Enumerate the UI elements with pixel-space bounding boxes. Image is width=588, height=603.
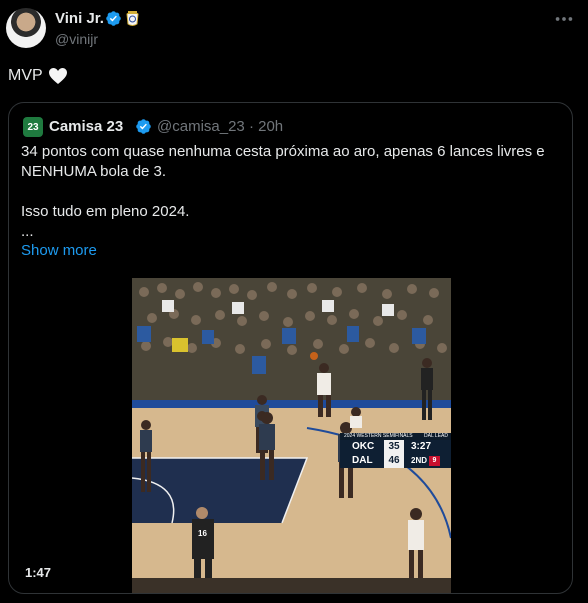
quoted-tweet-card[interactable]: 23 Camisa 23 @camisa_23 · 20h 34 pontos … — [8, 102, 573, 594]
team2-score: 46 — [384, 454, 404, 468]
quoted-body-blank-line — [21, 182, 566, 202]
scorebug-row-team2: DAL 46 2ND 9 — [340, 454, 451, 468]
quoted-tweet-meta: @camisa_23 · 20h — [157, 118, 283, 135]
real-madrid-badge-icon — [126, 11, 139, 26]
author-handle[interactable]: @vinijr — [55, 31, 98, 47]
team1-name: OKC — [352, 441, 375, 452]
game-clock: 3:27 — [411, 441, 432, 452]
quoted-body-line: 34 pontos com quase nenhuma cesta próxim… — [21, 143, 545, 180]
author-name[interactable]: Vini Jr. — [55, 10, 104, 27]
team-fouls: 9 — [429, 456, 440, 466]
quoted-tweet-time[interactable]: 20h — [258, 118, 283, 135]
white-heart-icon — [48, 68, 67, 84]
verified-badge-icon — [106, 11, 121, 26]
verified-badge-icon — [136, 119, 151, 134]
referee-number: 16 — [198, 529, 207, 538]
quoted-author-handle[interactable]: @camisa_23 — [157, 118, 245, 135]
team1-score: 35 — [384, 440, 404, 454]
meta-separator: · — [248, 118, 254, 135]
video-duration: 1:47 — [25, 565, 52, 580]
quoted-tweet-body: 34 pontos com quase nenhuma cesta próxim… — [21, 142, 566, 242]
tweet-text: MVP — [8, 67, 68, 85]
author-avatar[interactable] — [6, 8, 46, 48]
team2-name: DAL — [352, 455, 373, 466]
game-period: 2ND — [411, 456, 428, 465]
scorebug: 2024 WESTERN SEMIFINALS DAL LEAD OKC 35 … — [340, 433, 451, 469]
quoted-body-line: ... — [21, 223, 34, 240]
video-player[interactable]: 16 2024 WESTERN SEMIFINALS DAL LEAD OKC … — [132, 278, 451, 593]
scorebug-lead-label: DAL LEAD — [424, 433, 448, 439]
quoted-author-name[interactable]: Camisa 23 — [49, 118, 123, 135]
show-more-link[interactable]: Show more — [21, 242, 97, 259]
quoted-body-line: Isso tudo em pleno 2024. — [21, 203, 190, 220]
scorebug-row-team1: OKC 35 3:27 — [340, 440, 451, 454]
quoted-author-avatar[interactable]: 23 — [23, 117, 43, 137]
tweet-text-content: MVP — [8, 67, 43, 84]
more-horizontal-icon[interactable] — [553, 8, 575, 30]
